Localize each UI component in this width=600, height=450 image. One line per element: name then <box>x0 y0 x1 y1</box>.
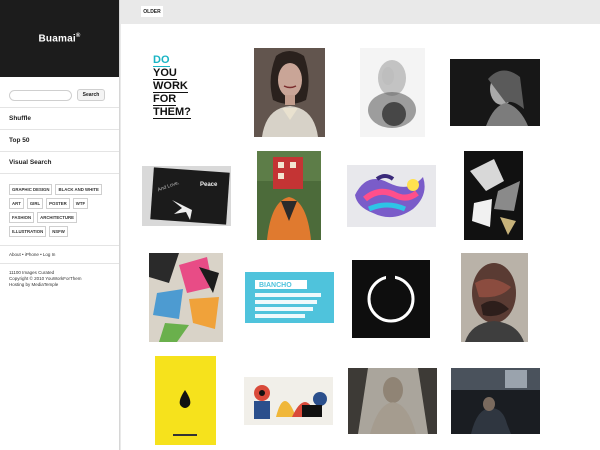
thumbnail-dark-room[interactable] <box>451 368 540 434</box>
tag-illustration[interactable]: ILLUSTRATION <box>9 226 47 237</box>
featured-word-5: THEM? <box>153 106 191 119</box>
svg-text:Peace: Peace <box>200 182 218 188</box>
site-logo[interactable]: Buamai® <box>39 33 81 44</box>
thumbnail-fashion-portrait[interactable] <box>254 48 325 137</box>
tag-fashion[interactable]: FASHION <box>9 212 35 223</box>
thumbnail-blurred-figure[interactable] <box>360 48 425 137</box>
thumbnail-circle-on-black[interactable] <box>352 260 430 338</box>
thumbnail-geometric-figures[interactable] <box>244 377 333 425</box>
older-button[interactable]: OLDER <box>141 6 163 17</box>
tag-graphic-design[interactable]: GRAPHIC DESIGN <box>9 184 53 195</box>
featured-text-do-you-work-for-them[interactable]: DO YOU WORK FOR THEM? <box>153 54 191 119</box>
thumbnail-veiled-figure[interactable] <box>348 368 437 434</box>
featured-word-2: YOU <box>153 67 177 80</box>
tag-cloud: GRAPHIC DESIGN BLACK AND WHITE ART GIRL … <box>0 173 119 245</box>
featured-word-1: DO <box>153 54 170 67</box>
thumbnail-geometric-collage[interactable] <box>149 253 223 342</box>
footer-links[interactable]: About • iPhone • Log In <box>0 245 119 263</box>
thumbnail-distorted-face[interactable] <box>461 253 528 342</box>
hosting: Hosting by MediaTemple <box>9 282 59 287</box>
svg-text:BIANCHO: BIANCHO <box>259 282 292 289</box>
nav-visual-search[interactable]: Visual Search <box>0 151 119 173</box>
thumbnail-yellow-poster[interactable] <box>155 356 216 445</box>
tag-wtf[interactable]: WTF <box>72 198 89 209</box>
logo-box[interactable]: Buamai® <box>0 0 119 77</box>
tag-art[interactable]: ART <box>9 198 24 209</box>
search-input[interactable] <box>9 89 72 101</box>
search-row: Search <box>0 77 119 105</box>
tag-architecture[interactable]: ARCHITECTURE <box>37 212 78 223</box>
featured-word-3: WORK <box>153 80 188 93</box>
search-button[interactable]: Search <box>77 89 105 101</box>
footer-info: 11100 Images Curated Copyright © 2010 Yo… <box>0 263 119 288</box>
nav-top-50[interactable]: Top 50 <box>0 129 119 151</box>
thumbnail-book-cover[interactable]: Peace And Love, <box>142 166 231 226</box>
thumbnail-red-house-head[interactable] <box>257 151 321 240</box>
tag-nsfw[interactable]: NSFW <box>49 226 68 237</box>
image-grid: DO YOU WORK FOR THEM? Peace And Love, BI… <box>121 24 600 450</box>
tag-black-and-white[interactable]: BLACK AND WHITE <box>55 184 102 195</box>
thumbnail-type-specimen[interactable]: BIANCHO <box>245 272 334 323</box>
sidebar: Buamai® Search Shuffle Top 50 Visual Sea… <box>0 0 120 450</box>
thumbnail-broken-geometry[interactable] <box>464 151 523 240</box>
top-bar: OLDER <box>121 0 600 24</box>
tag-poster[interactable]: POSTER <box>46 198 70 209</box>
tag-girl[interactable]: GIRL <box>26 198 44 209</box>
thumbnail-paint-swirl[interactable] <box>347 165 436 227</box>
featured-word-4: FOR <box>153 93 177 106</box>
thumbnail-woman-bw[interactable] <box>450 59 540 126</box>
nav-shuffle[interactable]: Shuffle <box>0 107 119 129</box>
